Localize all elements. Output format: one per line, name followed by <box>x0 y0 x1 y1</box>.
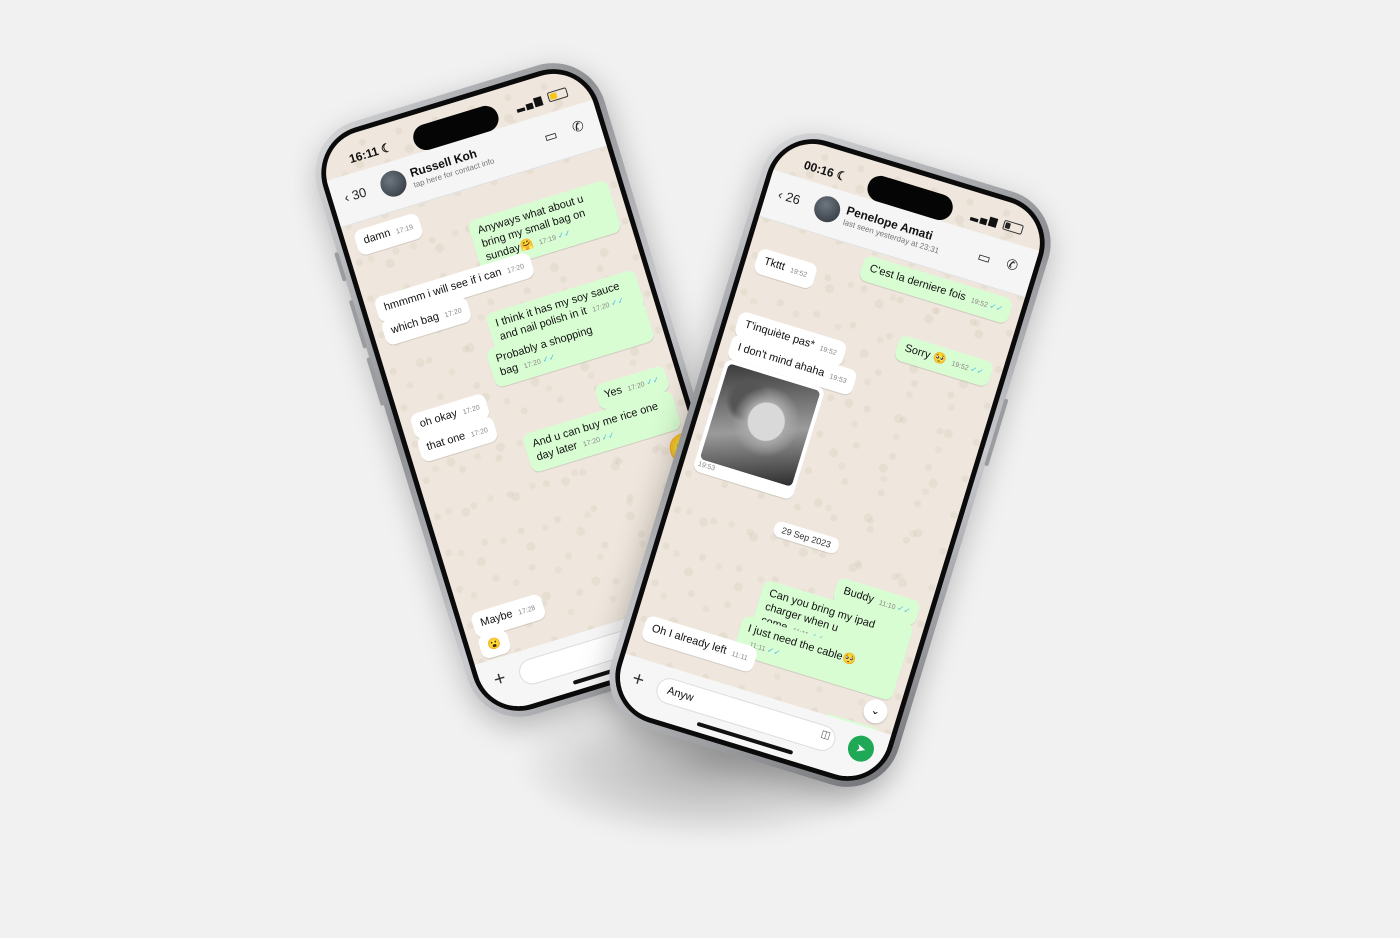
plus-icon[interactable]: + <box>629 667 647 692</box>
battery-icon <box>546 87 569 103</box>
back-button[interactable]: ‹ 26 <box>776 187 802 208</box>
unread-count: 30 <box>349 184 369 203</box>
avatar[interactable] <box>810 192 844 226</box>
video-call-icon[interactable]: ▭ <box>542 126 560 146</box>
read-ticks-icon: ✓✓ <box>600 430 616 443</box>
date-divider: 29 Sep 2023 <box>771 520 841 555</box>
send-icon: ➤ <box>854 740 868 757</box>
read-ticks-icon: ✓✓ <box>609 295 626 309</box>
avatar[interactable] <box>377 167 410 200</box>
video-call-icon[interactable]: ▭ <box>975 248 993 268</box>
read-ticks-icon: ✓✓ <box>645 374 661 388</box>
chevron-down-icon: ⌄ <box>869 704 882 719</box>
message-outgoing[interactable]: Sorry 🥺19:52✓✓ <box>893 334 995 388</box>
chevron-left-icon: ‹ <box>342 189 351 206</box>
message-incoming[interactable]: Maybe 17:28 <box>469 592 547 640</box>
read-ticks-icon: ✓✓ <box>766 645 782 658</box>
read-ticks-icon: ✓✓ <box>896 603 912 616</box>
right-screen: 00:16 ☾ ▂▄▆ ‹ 26 Penelope Amati last see… <box>609 133 1051 787</box>
unread-count: 26 <box>784 188 803 208</box>
phone-call-icon[interactable]: ✆ <box>570 117 586 137</box>
read-ticks-icon: ✓✓ <box>988 301 1004 314</box>
read-ticks-icon: ✓✓ <box>556 228 572 241</box>
message-incoming[interactable]: Tkttt19:52 <box>752 247 819 290</box>
battery-icon <box>1001 219 1024 236</box>
read-ticks-icon: ✓✓ <box>541 352 557 365</box>
phone-call-icon[interactable]: ✆ <box>1004 255 1020 275</box>
send-button[interactable]: ➤ <box>844 732 878 765</box>
message-list[interactable]: C'est la derniere fois19:52✓✓ Tkttt19:52… <box>625 219 1024 754</box>
message-outgoing[interactable]: Anyways what about u bring my small bag … <box>466 179 623 274</box>
back-button[interactable]: ‹ 30 <box>342 184 368 205</box>
chevron-left-icon: ‹ <box>776 186 785 203</box>
read-ticks-icon: ✓✓ <box>969 364 985 377</box>
plus-icon[interactable]: + <box>491 667 509 692</box>
